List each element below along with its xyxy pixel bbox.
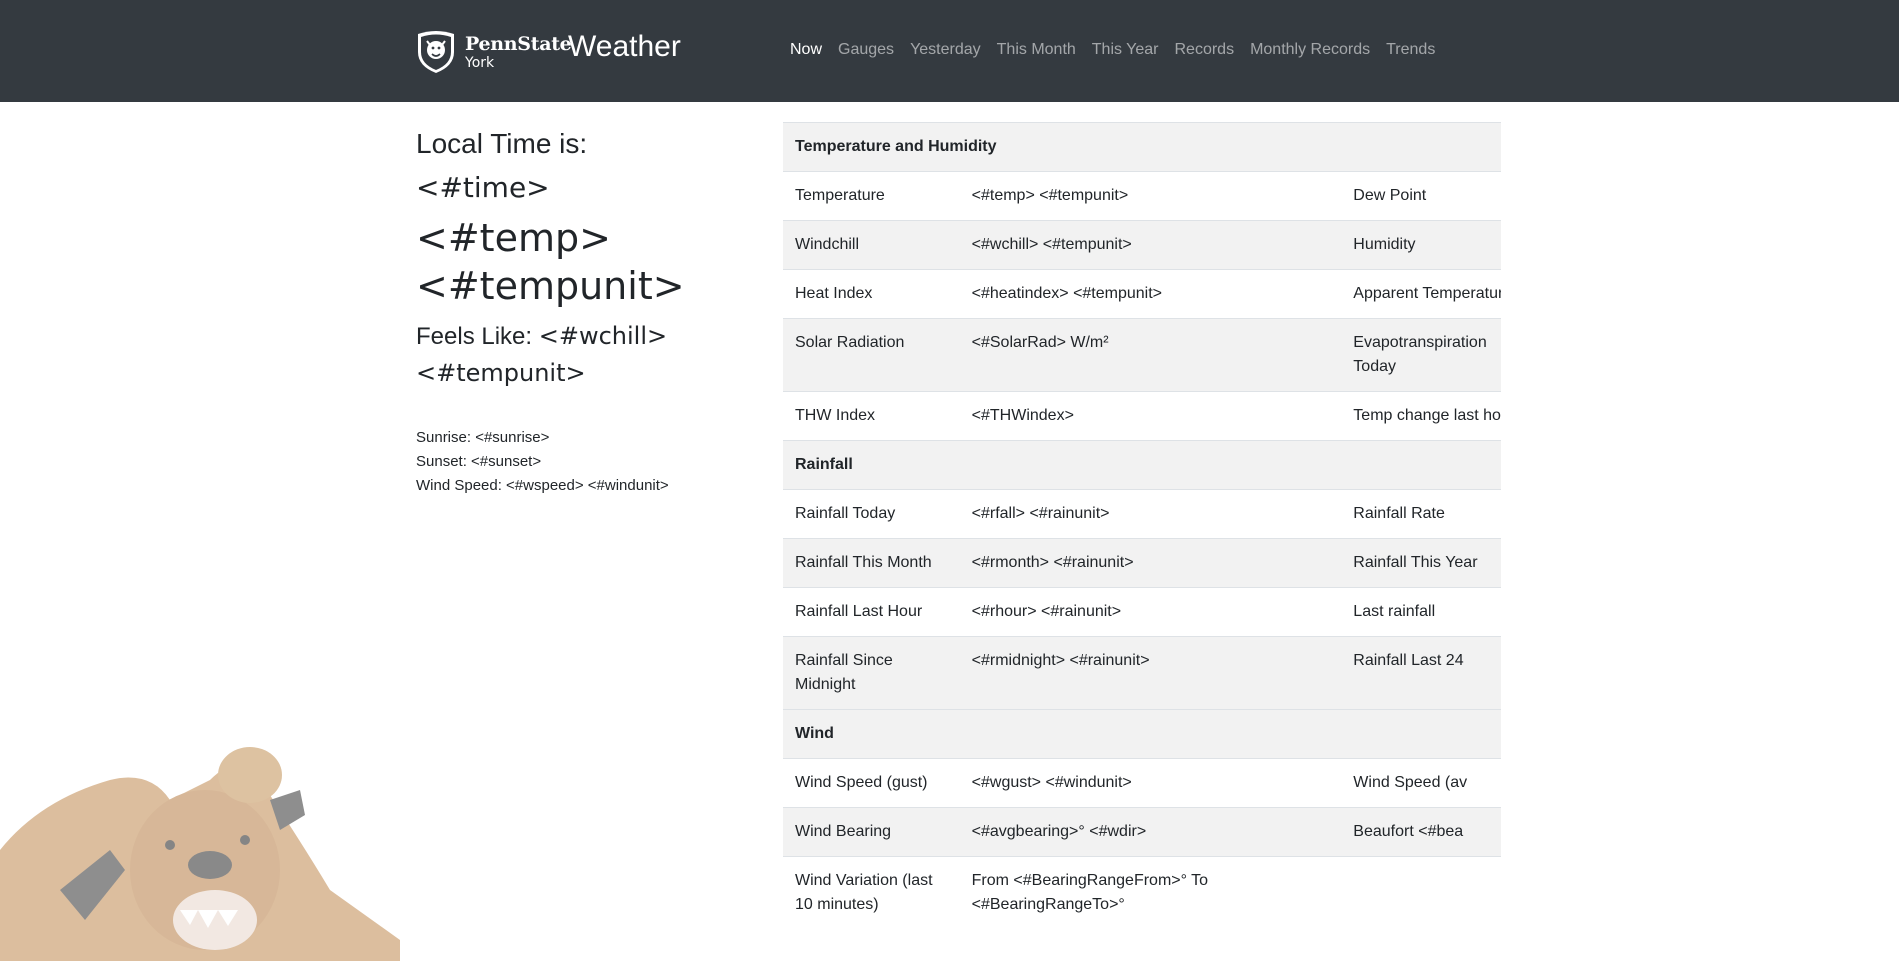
row-label-secondary: Rainfall This Year: [1341, 538, 1501, 588]
nav-monthly-records[interactable]: Monthly Records: [1250, 41, 1370, 59]
table-row: Wind Variation (last 10 minutes) From <#B…: [783, 856, 1501, 929]
sunset-text: Sunset: <#sunset>: [416, 453, 542, 470]
brand-campus: York: [465, 54, 495, 71]
nav-trends[interactable]: Trends: [1386, 41, 1435, 59]
brand-logo-link[interactable]: PennState York: [415, 30, 572, 74]
table-row: Rainfall Since Midnight <#rmidnight> <#ra…: [783, 636, 1501, 710]
nav-this-year[interactable]: This Year: [1092, 41, 1159, 59]
nav-records[interactable]: Records: [1175, 41, 1235, 59]
row-label-secondary: Beaufort <#bea: [1341, 807, 1501, 857]
nittany-lion-mascot-image: [0, 747, 400, 961]
row-value: <#wchill> <#tempunit>: [959, 220, 1342, 270]
section-title: Temperature and Humidity: [783, 122, 1501, 172]
row-label: Rainfall Since Midnight: [783, 636, 960, 710]
section-title: Wind: [783, 709, 1501, 759]
table-row: Solar Radiation <#SolarRad> W/m² Evapotran…: [783, 318, 1501, 392]
conditions-table: Temperature and Humidity Temperature <#tem…: [783, 122, 1501, 929]
row-label: Rainfall This Month: [783, 538, 960, 588]
nav-yesterday[interactable]: Yesterday: [910, 41, 981, 59]
app-title[interactable]: Weather: [568, 30, 681, 64]
row-value: <#temp> <#tempunit>: [959, 171, 1342, 221]
row-label-secondary: Wind Speed (av: [1341, 758, 1501, 808]
row-label-secondary: Last rainfall: [1341, 587, 1501, 637]
current-conditions-panel: Local Time is: <#time> <#temp> <#tempuni…: [416, 126, 756, 498]
nav-gauges[interactable]: Gauges: [838, 41, 894, 59]
row-label: Wind Speed (gust): [783, 758, 960, 808]
table-section-header: Rainfall: [783, 440, 1501, 490]
sun-wind-summary: Sunrise: <#sunrise> Sunset: <#sunset> Wi…: [416, 426, 756, 498]
table-row: Wind Bearing <#avgbearing>° <#wdir> Beaufo…: [783, 807, 1501, 857]
top-navbar: PennState York Weather Now Gauges Yester…: [0, 0, 1899, 102]
row-label: Heat Index: [783, 269, 960, 319]
local-time-label: Local Time is:: [416, 128, 588, 159]
feels-like: Feels Like: <#wchill> <#tempunit>: [416, 318, 756, 392]
row-label: THW Index: [783, 391, 960, 441]
row-label-secondary: Rainfall Last 24: [1341, 636, 1501, 710]
row-label: Windchill: [783, 220, 960, 270]
table-row: Rainfall Today <#rfall> <#rainunit> Rainfa…: [783, 489, 1501, 539]
sunrise-text: Sunrise: <#sunrise>: [416, 429, 550, 446]
table-section-header: Wind: [783, 709, 1501, 759]
nav-this-month[interactable]: This Month: [997, 41, 1076, 59]
row-value: <#wgust> <#windunit>: [959, 758, 1342, 808]
table-section-header: Temperature and Humidity: [783, 122, 1501, 172]
wind-speed-text: Wind Speed: <#wspeed> <#windunit>: [416, 477, 669, 494]
feels-like-unit: <#tempunit>: [416, 359, 586, 387]
row-label: Wind Variation (last 10 minutes): [783, 856, 960, 929]
local-time-value: <#time>: [416, 171, 550, 204]
table-row: Heat Index <#heatindex> <#tempunit> Appare…: [783, 269, 1501, 319]
row-label-secondary: [1341, 856, 1501, 929]
row-label: Wind Bearing: [783, 807, 960, 857]
row-label-secondary: Humidity: [1341, 220, 1501, 270]
row-label: Rainfall Last Hour: [783, 587, 960, 637]
row-value: <#SolarRad> W/m²: [959, 318, 1342, 392]
nittany-lion-shield-icon: [418, 31, 454, 73]
feels-like-value: <#wchill>: [538, 322, 668, 350]
table-row: Temperature <#temp> <#tempunit> Dew Point: [783, 171, 1501, 221]
row-value: <#rmidnight> <#rainunit>: [959, 636, 1342, 710]
row-value: <#heatindex> <#tempunit>: [959, 269, 1342, 319]
row-label-secondary: Rainfall Rate: [1341, 489, 1501, 539]
row-value: <#rmonth> <#rainunit>: [959, 538, 1342, 588]
row-value: <#rhour> <#rainunit>: [959, 587, 1342, 637]
main-nav: Now Gauges Yesterday This Month This Yea…: [790, 41, 1451, 59]
row-value: <#rfall> <#rainunit>: [959, 489, 1342, 539]
row-value: <#THWindex>: [959, 391, 1342, 441]
table-row: Windchill <#wchill> <#tempunit> Humidity: [783, 220, 1501, 270]
row-label: Temperature: [783, 171, 960, 221]
table-row: Rainfall Last Hour <#rhour> <#rainunit> La…: [783, 587, 1501, 637]
feels-like-label: Feels Like:: [416, 323, 533, 350]
brand-name: PennState: [465, 32, 572, 55]
temperature-value: <#temp>: [416, 216, 611, 260]
table-row: Wind Speed (gust) <#wgust> <#windunit> Win…: [783, 758, 1501, 808]
section-title: Rainfall: [783, 440, 1501, 490]
table-row: Rainfall This Month <#rmonth> <#rainunit>…: [783, 538, 1501, 588]
row-value: <#avgbearing>° <#wdir>: [959, 807, 1342, 857]
row-label-secondary: Dew Point: [1341, 171, 1501, 221]
row-label-secondary: Temp change last hour: [1341, 391, 1501, 441]
row-label-secondary: Apparent Temperature: [1341, 269, 1501, 319]
row-label: Solar Radiation: [783, 318, 960, 392]
row-label: Rainfall Today: [783, 489, 960, 539]
temperature-unit: <#tempunit>: [416, 264, 685, 308]
row-label-secondary: Evapotranspiration Today: [1341, 318, 1501, 392]
row-value: From <#BearingRangeFrom>° To <#BearingRa…: [959, 856, 1342, 929]
conditions-table-viewport[interactable]: Temperature and Humidity Temperature <#tem…: [783, 122, 1501, 961]
table-row: THW Index <#THWindex> Temp change last hou…: [783, 391, 1501, 441]
nav-now[interactable]: Now: [790, 41, 822, 59]
current-temperature: <#temp> <#tempunit>: [416, 214, 756, 310]
